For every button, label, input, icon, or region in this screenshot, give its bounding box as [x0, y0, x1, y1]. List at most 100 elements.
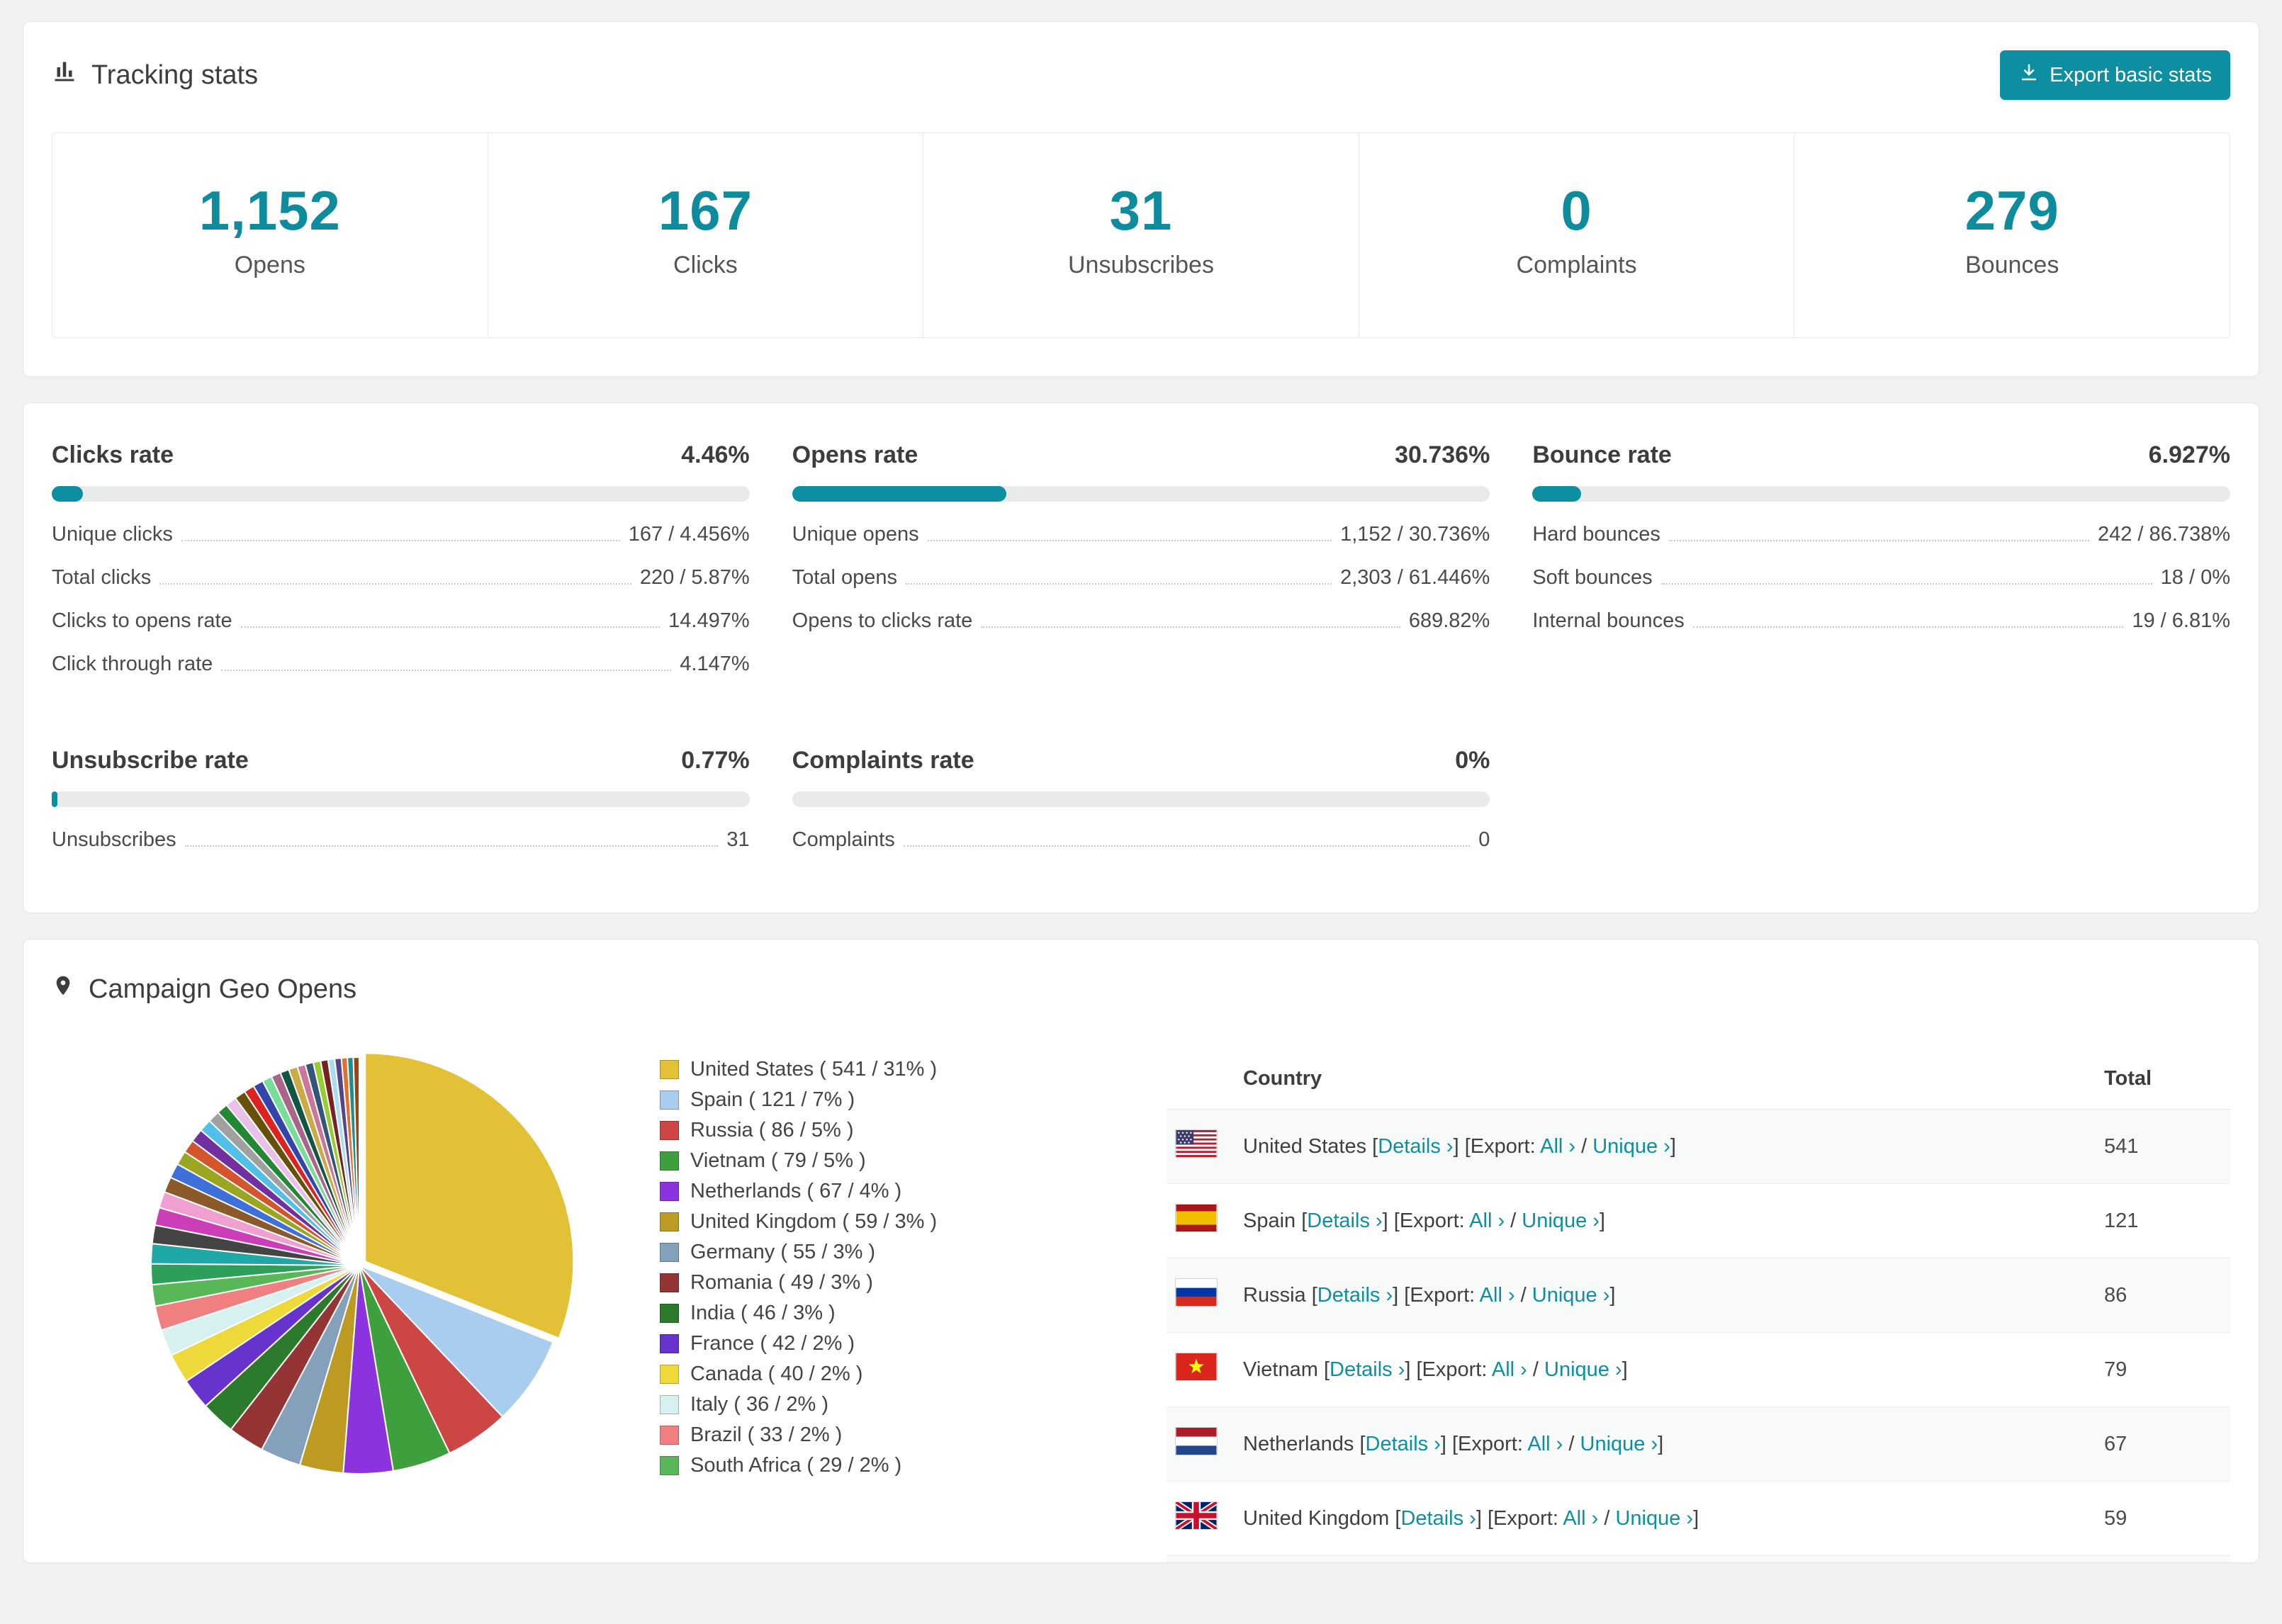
details-link[interactable]: Details ›: [1307, 1209, 1382, 1232]
export-unique-link[interactable]: Unique ›: [1592, 1135, 1670, 1158]
rate-stat-label: Clicks to opens rate: [52, 609, 232, 632]
country-flag-ru-icon: [1175, 1278, 1218, 1307]
tracking-stats-title: Tracking stats: [52, 59, 258, 91]
country-name: United Kingdom: [1243, 1506, 1390, 1530]
legend-item: Germany ( 55 / 3% ): [660, 1237, 1085, 1268]
dotted-leader: [240, 626, 661, 628]
dotted-leader: [181, 540, 620, 541]
rate-block-bounce-rate: Bounce rate 6.927% Hard bounces 242 / 86.73…: [1532, 441, 2230, 686]
geo-table-row: United States [Details ›] [Export: All ›…: [1167, 1109, 2230, 1184]
export-all-link[interactable]: All ›: [1527, 1433, 1563, 1455]
legend-swatch: [660, 1456, 679, 1475]
rate-title: Bounce rate: [1532, 441, 1672, 468]
export-all-link[interactable]: All ›: [1540, 1135, 1575, 1158]
legend-item: India ( 46 / 3% ): [660, 1298, 1085, 1329]
rate-value: 30.736%: [1395, 441, 1490, 468]
dotted-leader: [903, 845, 1471, 847]
geo-opens-card: Campaign Geo Opens United States ( 541 /…: [23, 939, 2259, 1563]
export-unique-link[interactable]: Unique ›: [1544, 1358, 1622, 1381]
country-flag-nl-icon: [1175, 1427, 1218, 1455]
bracket: ]: [1693, 1506, 1699, 1530]
country-flag-us-icon: [1175, 1129, 1218, 1158]
legend-label: Russia ( 86 / 5% ): [690, 1119, 854, 1141]
stat-box-opens: 1,152 Opens: [52, 133, 488, 337]
legend-item: France ( 42 / 2% ): [660, 1329, 1085, 1359]
legend-item: Vietnam ( 79 / 5% ): [660, 1146, 1085, 1176]
rate-stat-row: Internal bounces 19 / 6.81%: [1532, 599, 2230, 643]
rate-block-opens-rate: Opens rate 30.736% Unique opens 1,152 / 30.…: [792, 441, 1490, 686]
bar-chart-icon: [52, 59, 77, 91]
separator: /: [1527, 1358, 1544, 1381]
geo-table-row: Spain [Details ›] [Export: All › / Uniqu…: [1167, 1183, 2230, 1258]
export-basic-stats-button[interactable]: Export basic stats: [2000, 50, 2230, 100]
details-link[interactable]: Details ›: [1378, 1135, 1453, 1158]
stat-label: Bounces: [1965, 252, 2059, 278]
legend-item: Russia ( 86 / 5% ): [660, 1115, 1085, 1146]
rate-progress-fill: [52, 791, 57, 807]
legend-item: Romania ( 49 / 3% ): [660, 1268, 1085, 1298]
rate-progress-track: [52, 791, 750, 807]
export-prefix: Export:: [1422, 1358, 1492, 1381]
bracket: ]: [1599, 1209, 1605, 1232]
legend-item: Spain ( 121 / 7% ): [660, 1085, 1085, 1115]
details-link[interactable]: Details ›: [1330, 1358, 1405, 1381]
rate-stat-label: Hard bounces: [1532, 523, 1660, 546]
flag-column-header: [1167, 1049, 1235, 1110]
geo-table-row: Russia [Details ›] [Export: All › / Uniq…: [1167, 1258, 2230, 1333]
rate-value: 4.46%: [681, 441, 750, 468]
legend-label: Vietnam ( 79 / 5% ): [690, 1149, 866, 1172]
country-name: Vietnam: [1243, 1358, 1318, 1381]
bracket: ]: [1393, 1283, 1399, 1307]
geo-table-row: United Kingdom [Details ›] [Export: All …: [1167, 1481, 2230, 1556]
bracket: [: [1464, 1134, 1471, 1158]
rate-stat-row: Complaints 0: [792, 818, 1490, 862]
export-unique-link[interactable]: Unique ›: [1580, 1433, 1658, 1455]
stat-label: Unsubscribes: [1067, 252, 1214, 278]
details-link[interactable]: Details ›: [1317, 1284, 1393, 1307]
rate-stat-label: Internal bounces: [1532, 609, 1685, 632]
bracket: [: [1416, 1358, 1422, 1381]
dotted-leader: [221, 670, 672, 671]
export-all-link[interactable]: All ›: [1492, 1358, 1527, 1381]
legend-label: France ( 42 / 2% ): [690, 1332, 855, 1355]
legend-item: Brazil ( 33 / 2% ): [660, 1420, 1085, 1450]
rate-value: 0%: [1455, 747, 1490, 774]
separator: /: [1575, 1134, 1593, 1158]
stat-box-unsubscribes: 31 Unsubscribes: [923, 133, 1359, 337]
stat-box-clicks: 167 Clicks: [487, 133, 923, 337]
geo-pie-legend: United States ( 541 / 31% ) Spain ( 121 /…: [660, 1049, 1085, 1481]
rate-value: 0.77%: [681, 747, 750, 774]
rate-stat-value: 14.497%: [668, 609, 750, 632]
export-all-link[interactable]: All ›: [1563, 1507, 1598, 1530]
country-flag-gb-icon: [1175, 1501, 1218, 1530]
tracking-stats-header: Tracking stats Export basic stats: [52, 50, 2230, 100]
details-link[interactable]: Details ›: [1400, 1507, 1476, 1530]
rate-stat-row: Total clicks 220 / 5.87%: [52, 556, 750, 599]
export-unique-link[interactable]: Unique ›: [1522, 1209, 1600, 1232]
dotted-leader: [159, 583, 631, 585]
rate-stat-row: Soft bounces 18 / 0%: [1532, 556, 2230, 599]
country-name: Russia: [1243, 1283, 1306, 1307]
country-total: 67: [2096, 1406, 2230, 1482]
export-all-link[interactable]: All ›: [1469, 1209, 1505, 1232]
details-link[interactable]: Details ›: [1366, 1433, 1441, 1455]
rate-stat-row: Total opens 2,303 / 61.446%: [792, 556, 1490, 599]
export-unique-link[interactable]: Unique ›: [1615, 1507, 1693, 1530]
dotted-leader: [184, 845, 719, 847]
export-prefix: Export:: [1470, 1134, 1541, 1158]
geo-pie-chart[interactable]: [142, 1049, 576, 1482]
total-column-header: Total: [2096, 1049, 2230, 1110]
separator: /: [1598, 1506, 1616, 1530]
stat-label: Clicks: [673, 252, 738, 278]
bracket: ]: [1658, 1432, 1664, 1455]
geo-opens-title: Campaign Geo Opens: [52, 972, 2230, 1006]
legend-swatch: [660, 1334, 679, 1353]
pie-svg[interactable]: [142, 1049, 576, 1482]
rate-stat-value: 220 / 5.87%: [639, 566, 750, 589]
rate-header: Unsubscribe rate 0.77%: [52, 747, 750, 774]
export-all-link[interactable]: All ›: [1480, 1284, 1515, 1307]
stat-box-bounces: 279 Bounces: [1794, 133, 2230, 337]
export-unique-link[interactable]: Unique ›: [1532, 1284, 1610, 1307]
rate-stat-label: Total opens: [792, 566, 897, 589]
stat-value: 1,152: [198, 179, 341, 242]
